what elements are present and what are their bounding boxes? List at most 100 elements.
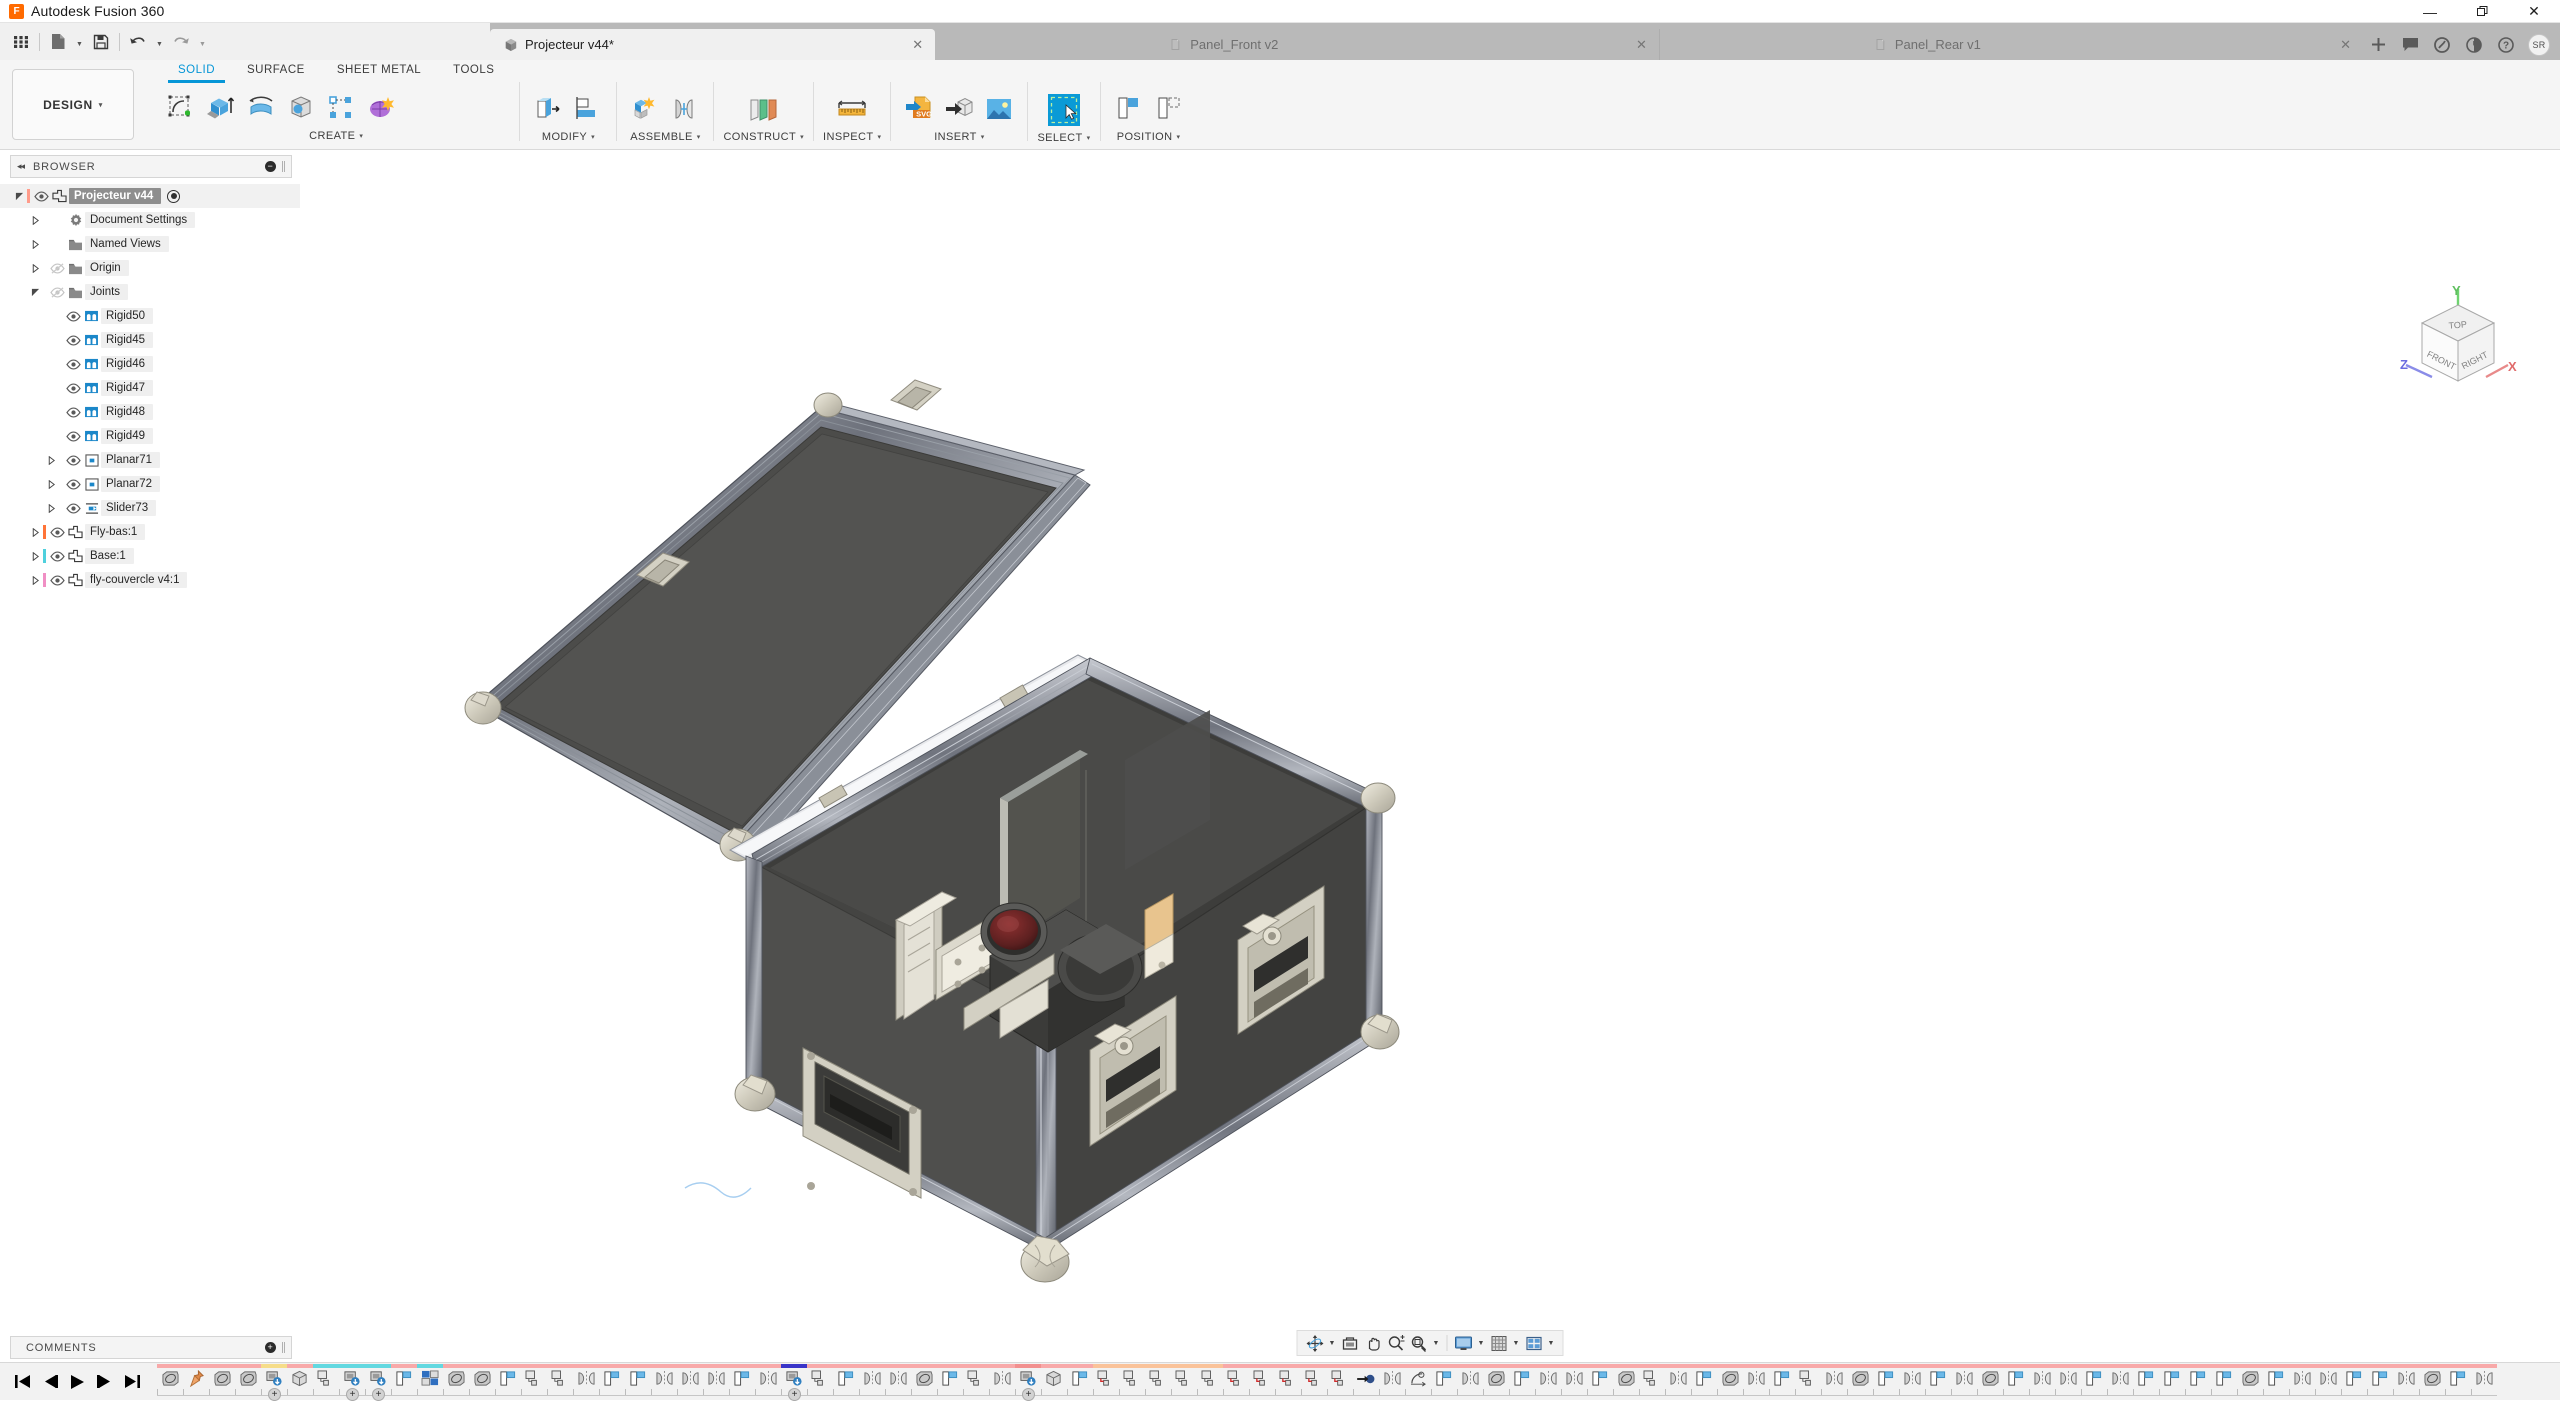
joint-icon[interactable] bbox=[666, 89, 704, 129]
viewports-icon[interactable] bbox=[1523, 1332, 1545, 1354]
timeline-track[interactable]: +++++ bbox=[157, 1363, 2560, 1401]
add-comment-icon[interactable]: + bbox=[265, 1342, 276, 1353]
browser-node-projecteur-v44[interactable]: Projecteur v44 bbox=[0, 184, 300, 208]
browser-node-named-views[interactable]: Named Views bbox=[0, 232, 300, 256]
visibility-toggle-icon[interactable] bbox=[65, 430, 82, 443]
insert-svg-icon[interactable]: SVG bbox=[900, 89, 938, 129]
browser-node-rigid48[interactable]: Rigid48 bbox=[0, 400, 300, 424]
timeline-feature[interactable] bbox=[1951, 1363, 1977, 1401]
timeline-feature[interactable] bbox=[625, 1363, 651, 1401]
timeline-feature[interactable] bbox=[2471, 1363, 2497, 1401]
timeline-feature[interactable] bbox=[1821, 1363, 1847, 1401]
save-icon[interactable] bbox=[86, 28, 116, 56]
zoom-caret-icon[interactable]: ▼ bbox=[1431, 1340, 1442, 1347]
timeline-feature[interactable] bbox=[1041, 1363, 1067, 1401]
browser-node-rigid47[interactable]: Rigid47 bbox=[0, 376, 300, 400]
browser-node-base-1[interactable]: Base:1 bbox=[0, 544, 300, 568]
visibility-toggle-icon[interactable] bbox=[65, 502, 82, 515]
visibility-toggle-icon[interactable] bbox=[49, 574, 66, 587]
panel-grip[interactable] bbox=[282, 161, 285, 172]
timeline-feature[interactable] bbox=[859, 1363, 885, 1401]
timeline-feature[interactable]: + bbox=[1015, 1363, 1041, 1401]
timeline-feature[interactable] bbox=[209, 1363, 235, 1401]
notifications-icon[interactable] bbox=[2427, 31, 2457, 59]
document-tab-projecteur[interactable]: Projecteur v44* ✕ bbox=[490, 29, 935, 60]
timeline-feature[interactable] bbox=[1561, 1363, 1587, 1401]
create-sketch-icon[interactable] bbox=[162, 88, 200, 128]
zoom-icon[interactable] bbox=[1385, 1332, 1407, 1354]
timeline-feature[interactable] bbox=[807, 1363, 833, 1401]
expand-arrow-icon[interactable] bbox=[28, 528, 43, 537]
timeline-feature[interactable] bbox=[469, 1363, 495, 1401]
timeline-feature[interactable] bbox=[1665, 1363, 1691, 1401]
timeline-feature[interactable] bbox=[1431, 1363, 1457, 1401]
timeline-feature[interactable] bbox=[677, 1363, 703, 1401]
timeline-feature[interactable] bbox=[2081, 1363, 2107, 1401]
timeline-feature[interactable] bbox=[1067, 1363, 1093, 1401]
assemble-group-label[interactable]: ASSEMBLE ▾ bbox=[630, 129, 700, 145]
timeline-feature[interactable] bbox=[1249, 1363, 1275, 1401]
view-cube[interactable]: Z X Y TOP FRONT RIGHT bbox=[2390, 285, 2520, 405]
insert-group-label[interactable]: INSERT ▾ bbox=[934, 129, 984, 145]
undo-icon[interactable] bbox=[123, 28, 153, 56]
3d-viewport[interactable]: Z X Y TOP FRONT RIGHT bbox=[300, 150, 2560, 1362]
timeline-feature[interactable] bbox=[1171, 1363, 1197, 1401]
display-settings-icon[interactable] bbox=[1453, 1332, 1475, 1354]
timeline-feature[interactable] bbox=[547, 1363, 573, 1401]
orbit-icon[interactable] bbox=[1304, 1332, 1326, 1354]
browser-minus-icon[interactable]: − bbox=[265, 161, 276, 172]
activate-component-radio[interactable] bbox=[167, 190, 180, 203]
new-component-icon[interactable] bbox=[626, 89, 664, 129]
modify-group-label[interactable]: MODIFY ▾ bbox=[542, 129, 595, 145]
workspace-selector[interactable]: DESIGN ▾ bbox=[12, 69, 134, 140]
timeline-feature[interactable] bbox=[599, 1363, 625, 1401]
timeline-feature[interactable] bbox=[2263, 1363, 2289, 1401]
timeline-feature[interactable] bbox=[495, 1363, 521, 1401]
revolve-icon[interactable] bbox=[242, 88, 280, 128]
expand-arrow-icon[interactable] bbox=[28, 216, 43, 225]
comments-icon[interactable] bbox=[2395, 31, 2425, 59]
grid-caret-icon[interactable]: ▼ bbox=[1511, 1340, 1522, 1347]
collapse-panel-icon[interactable]: ◂◂ bbox=[17, 161, 24, 172]
grid-snaps-icon[interactable] bbox=[1488, 1332, 1510, 1354]
timeline-feature[interactable] bbox=[2003, 1363, 2029, 1401]
go-to-beginning-button[interactable] bbox=[14, 1374, 31, 1389]
avatar[interactable]: SR bbox=[2528, 34, 2550, 56]
step-back-button[interactable] bbox=[42, 1374, 59, 1389]
construct-group-label[interactable]: CONSTRUCT ▾ bbox=[723, 129, 804, 145]
timeline-expand-group-icon[interactable]: + bbox=[268, 1388, 281, 1401]
browser-node-fly-couvercle-v4-1[interactable]: fly-couvercle v4:1 bbox=[0, 568, 300, 592]
timeline-feature[interactable] bbox=[2419, 1363, 2445, 1401]
timeline-feature[interactable] bbox=[729, 1363, 755, 1401]
recent-icon[interactable] bbox=[2459, 31, 2489, 59]
tab-solid[interactable]: SOLID bbox=[162, 60, 231, 80]
timeline-feature[interactable] bbox=[235, 1363, 261, 1401]
visibility-toggle-icon[interactable] bbox=[65, 406, 82, 419]
timeline-feature[interactable] bbox=[443, 1363, 469, 1401]
browser-node-document-settings[interactable]: Document Settings bbox=[0, 208, 300, 232]
create-group-label[interactable]: CREATE ▾ bbox=[309, 127, 363, 145]
timeline-feature[interactable] bbox=[157, 1363, 183, 1401]
document-tab-panel-front[interactable]: Panel_Front v2 ✕ bbox=[935, 29, 1659, 60]
decal-icon[interactable] bbox=[980, 89, 1018, 129]
timeline-feature[interactable] bbox=[1145, 1363, 1171, 1401]
timeline-feature[interactable] bbox=[1093, 1363, 1119, 1401]
extrude-icon[interactable] bbox=[202, 88, 240, 128]
timeline-feature[interactable] bbox=[1925, 1363, 1951, 1401]
timeline-feature[interactable] bbox=[1119, 1363, 1145, 1401]
timeline-feature[interactable] bbox=[963, 1363, 989, 1401]
timeline-feature[interactable] bbox=[1847, 1363, 1873, 1401]
visibility-toggle-icon[interactable] bbox=[49, 262, 66, 275]
timeline-feature[interactable] bbox=[1275, 1363, 1301, 1401]
timeline-feature[interactable] bbox=[2289, 1363, 2315, 1401]
app-grid-icon[interactable] bbox=[6, 28, 36, 56]
visibility-toggle-icon[interactable] bbox=[65, 358, 82, 371]
insert-derive-icon[interactable] bbox=[940, 89, 978, 129]
timeline-feature[interactable] bbox=[391, 1363, 417, 1401]
visibility-toggle-icon[interactable] bbox=[65, 382, 82, 395]
timeline-feature[interactable] bbox=[1743, 1363, 1769, 1401]
browser-node-rigid45[interactable]: Rigid45 bbox=[0, 328, 300, 352]
timeline-feature[interactable] bbox=[2107, 1363, 2133, 1401]
help-icon[interactable]: ? bbox=[2491, 31, 2521, 59]
timeline-feature[interactable] bbox=[2393, 1363, 2419, 1401]
